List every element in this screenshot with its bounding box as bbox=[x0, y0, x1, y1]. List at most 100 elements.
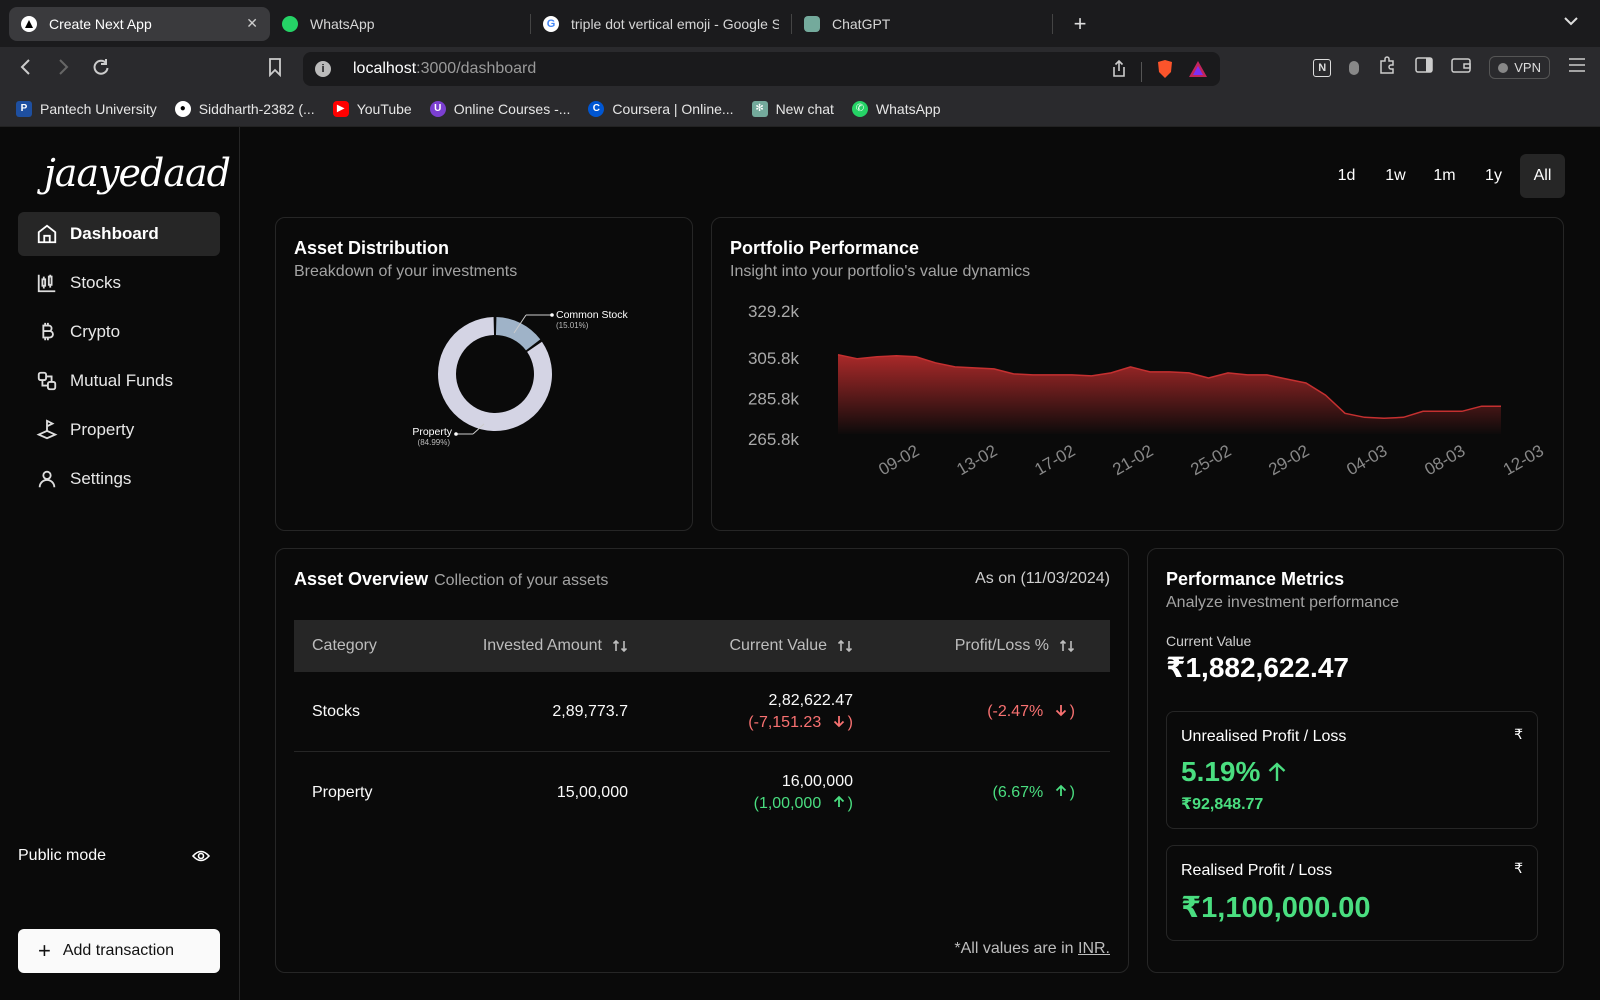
slice-pct-property: (84.99%) bbox=[418, 438, 451, 447]
sidebar-item-crypto[interactable]: Crypto bbox=[18, 310, 220, 354]
cell-current: 2,82,622.47 (-7,151.23 ) bbox=[748, 690, 853, 734]
bookmark-new-chat[interactable]: ✻ New chat bbox=[751, 100, 834, 117]
sidebar-item-settings[interactable]: Settings bbox=[18, 457, 220, 501]
range-1y[interactable]: 1y bbox=[1471, 154, 1516, 198]
card-subtitle: Analyze investment performance bbox=[1166, 594, 1399, 611]
slice-label-common-stock: Common Stock bbox=[556, 309, 629, 321]
notion-icon[interactable]: N bbox=[1313, 58, 1332, 77]
bookmarks-bar: P Pantech University ● Siddharth-2382 (.… bbox=[0, 91, 1600, 127]
rupee-icon: ₹ bbox=[1514, 726, 1523, 742]
eye-icon[interactable] bbox=[192, 849, 210, 863]
browser-toolbar: i localhost:3000/dashboard N VPN bbox=[0, 47, 1600, 91]
bookmark-icon[interactable] bbox=[268, 57, 282, 82]
performance-metrics-card: Performance Metrics Analyze investment p… bbox=[1147, 548, 1564, 973]
sort-icon[interactable] bbox=[612, 638, 628, 654]
bookmark-youtube[interactable]: ▶ YouTube bbox=[332, 100, 412, 117]
bookmark-online-courses[interactable]: U Online Courses -... bbox=[429, 100, 571, 117]
tab-whatsapp[interactable]: WhatsApp bbox=[270, 7, 530, 41]
funds-icon bbox=[37, 371, 57, 391]
youtube-icon: ▶ bbox=[332, 100, 349, 117]
table-row[interactable]: Stocks 2,89,773.7 2,82,622.47 (-7,151.23… bbox=[294, 672, 1110, 752]
sidebar-item-dashboard[interactable]: Dashboard bbox=[18, 212, 220, 256]
tab-divider bbox=[1052, 13, 1053, 34]
tab-title: Create Next App bbox=[49, 15, 152, 32]
share-icon[interactable] bbox=[1111, 59, 1127, 83]
footnote-text: *All values are in bbox=[954, 940, 1078, 957]
range-1d[interactable]: 1d bbox=[1324, 154, 1369, 198]
arrow-down-icon bbox=[1055, 704, 1066, 716]
rupee-icon: ₹ bbox=[1514, 860, 1523, 876]
new-tab-icon[interactable]: + bbox=[1065, 11, 1095, 37]
unrealised-pct: 5.19% bbox=[1181, 756, 1261, 787]
donut-slice-common-stock[interactable] bbox=[495, 317, 541, 351]
wallet-icon[interactable] bbox=[1451, 57, 1472, 78]
info-icon[interactable]: i bbox=[315, 61, 331, 77]
bookmark-github[interactable]: ● Siddharth-2382 (... bbox=[174, 100, 315, 117]
whatsapp-icon bbox=[282, 15, 298, 32]
brave-shield-icon[interactable] bbox=[1156, 59, 1174, 84]
public-mode-toggle[interactable]: Public mode bbox=[18, 847, 210, 865]
column-header-label: Invested Amount bbox=[482, 637, 602, 654]
range-1w[interactable]: 1w bbox=[1373, 154, 1418, 198]
bookmark-label: Online Courses -... bbox=[453, 100, 571, 117]
sidebar-item-stocks[interactable]: Stocks bbox=[18, 261, 220, 305]
extensions-puzzle-icon[interactable] bbox=[1377, 55, 1397, 80]
vpn-status-icon bbox=[1498, 62, 1509, 73]
cell-invested: 2,89,773.7 bbox=[552, 702, 628, 720]
range-all[interactable]: All bbox=[1520, 154, 1565, 198]
column-header-label: Profit/Loss % bbox=[954, 637, 1049, 654]
y-tick-label: 265.8k bbox=[748, 430, 800, 449]
browser-tab-bar: Create Next App ✕ WhatsApp G triple dot … bbox=[0, 0, 1600, 47]
chevron-down-icon[interactable] bbox=[1564, 13, 1578, 31]
vpn-button[interactable]: VPN bbox=[1489, 56, 1550, 79]
sort-icon[interactable] bbox=[1059, 638, 1075, 654]
tab-chatgpt[interactable]: ChatGPT bbox=[792, 7, 1052, 41]
cell-profit-loss: (6.67% ) bbox=[992, 784, 1075, 801]
delta-text: (-7,151.23 bbox=[748, 713, 822, 731]
candlestick-icon bbox=[37, 274, 56, 293]
sidebar-toggle-icon[interactable] bbox=[1415, 57, 1434, 78]
home-icon bbox=[37, 224, 57, 244]
arrow-down-icon bbox=[833, 715, 844, 727]
x-tick-label: 13-02 bbox=[953, 441, 1000, 479]
sidebar-item-mutual-funds[interactable]: Mutual Funds bbox=[18, 359, 220, 403]
public-mode-label: Public mode bbox=[18, 847, 107, 864]
url-path: :3000/dashboard bbox=[416, 60, 537, 77]
sort-icon[interactable] bbox=[837, 638, 853, 654]
brave-rewards-icon[interactable] bbox=[1188, 60, 1208, 83]
menu-icon[interactable] bbox=[1568, 58, 1586, 77]
bookmark-whatsapp[interactable]: ✆ WhatsApp bbox=[851, 100, 941, 117]
table-header: Category Invested Amount Current Value P… bbox=[294, 620, 1110, 672]
x-tick-label: 09-02 bbox=[875, 441, 922, 479]
app-logo[interactable]: jaayedaad bbox=[44, 151, 231, 195]
x-tick-label: 08-03 bbox=[1421, 441, 1468, 479]
sidebar-item-label: Property bbox=[70, 420, 135, 439]
column-header-current[interactable]: Current Value bbox=[729, 637, 853, 655]
slice-label-property: Property bbox=[412, 426, 452, 438]
add-transaction-button[interactable]: + Add transaction bbox=[18, 929, 220, 973]
current-value: 16,00,000 bbox=[781, 773, 853, 790]
time-range-selector: 1d 1w 1m 1y All bbox=[1324, 154, 1565, 198]
forward-arrow-icon[interactable] bbox=[55, 57, 71, 82]
reload-icon[interactable] bbox=[91, 57, 111, 82]
unrealised-label: Unrealised Profit / Loss bbox=[1181, 728, 1347, 745]
chatgpt-icon: ✻ bbox=[751, 100, 768, 117]
range-1m[interactable]: 1m bbox=[1422, 154, 1467, 198]
bookmark-pantech[interactable]: P Pantech University bbox=[16, 100, 157, 117]
tab-create-next-app[interactable]: Create Next App ✕ bbox=[9, 6, 270, 41]
column-header-profit-loss[interactable]: Profit/Loss % bbox=[955, 637, 1075, 655]
card-subtitle: Collection of your assets bbox=[434, 572, 609, 589]
current-value: 2,82,622.47 bbox=[768, 691, 853, 709]
column-header-invested[interactable]: Invested Amount bbox=[483, 637, 628, 655]
bookmark-coursera[interactable]: C Coursera | Online... bbox=[588, 100, 734, 117]
current-delta: (-7,151.23 ) bbox=[748, 713, 853, 731]
extension-bulb-icon[interactable] bbox=[1349, 60, 1360, 75]
table-row[interactable]: Property 15,00,000 16,00,000 (1,00,000 )… bbox=[294, 753, 1110, 833]
close-icon[interactable]: ✕ bbox=[246, 15, 258, 32]
app-root: jaayedaad Dashboard Stocks Crypto Mutual… bbox=[0, 127, 1600, 1000]
sidebar-item-property[interactable]: Property bbox=[18, 408, 220, 452]
leader-dot bbox=[550, 313, 554, 317]
back-arrow-icon[interactable] bbox=[18, 57, 34, 82]
address-bar[interactable]: i localhost:3000/dashboard bbox=[303, 52, 1220, 86]
tab-google-search[interactable]: G triple dot vertical emoji - Google S bbox=[531, 7, 791, 41]
